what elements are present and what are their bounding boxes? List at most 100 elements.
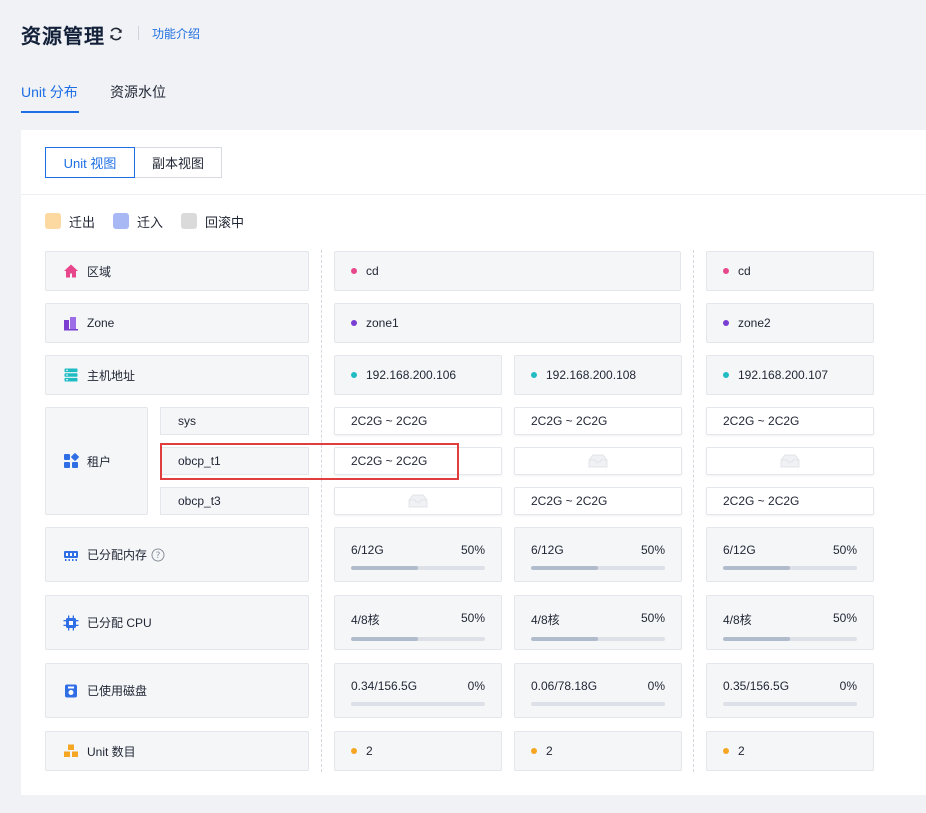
cpu-bar (723, 637, 857, 641)
row-label-region: 区域 (45, 251, 309, 291)
memory-percent: 50% (640, 543, 665, 557)
memory-percent: 50% (460, 543, 485, 557)
legend-item-migrate-in: 迁入 (113, 212, 163, 230)
cpu-value: 4/8核 (531, 613, 560, 627)
disk-icon (65, 684, 77, 697)
region-dot (351, 268, 357, 274)
server-icon (64, 368, 78, 382)
memory-value: 6/12G (723, 543, 756, 557)
replica-view-button[interactable]: 副本视图 (134, 147, 222, 178)
cpu-percent: 50% (832, 611, 857, 625)
memory-bar-fill (531, 566, 598, 570)
refresh-icon[interactable] (108, 26, 124, 42)
svg-text:?: ? (156, 551, 161, 561)
unit-dot (531, 748, 537, 754)
cpu-value: 4/8核 (723, 613, 752, 627)
cpu-cell: 4/8核 50% (706, 595, 874, 650)
disk-bar (351, 702, 485, 706)
tenant-label-sys: sys (160, 407, 309, 435)
tenant-unit-cell[interactable]: 2C2G ~ 2C2G (514, 407, 682, 435)
legend-label: 迁入 (137, 214, 164, 230)
host-cell: 192.168.200.108 (514, 355, 682, 395)
cpu-bar-fill (351, 637, 418, 641)
legend-item-rollback: 回滚中 (181, 212, 244, 230)
empty-box-icon (408, 494, 428, 508)
unit-count-cell: 2 (334, 731, 502, 771)
row-label-cpu: 已分配 CPU (45, 595, 309, 650)
column-separator (693, 250, 694, 772)
disk-cell: 0.06/78.18G 0% (514, 663, 682, 718)
cpu-bar (531, 637, 665, 641)
cpu-bar-fill (531, 637, 598, 641)
tenant-unit-cell[interactable]: 2C2G ~ 2C2G (334, 447, 502, 475)
memory-bar (723, 566, 857, 570)
memory-cell: 6/12G 50% (514, 527, 682, 582)
row-label-disk: 已使用磁盘 (45, 663, 309, 718)
host-cell: 192.168.200.107 (706, 355, 874, 395)
tab-unit-distribution[interactable]: Unit 分布 (21, 82, 78, 102)
tenant-unit-cell[interactable]: 2C2G ~ 2C2G (334, 407, 502, 435)
zone-cell: zone1 (334, 303, 681, 343)
region-cell: cd (334, 251, 681, 291)
host-dot (531, 372, 537, 378)
row-label-memory: 已分配内存 ? (45, 527, 309, 582)
region-cell: cd (706, 251, 874, 291)
cpu-bar (351, 637, 485, 641)
zone-icon (64, 317, 78, 331)
home-icon (64, 264, 78, 278)
region-dot (723, 268, 729, 274)
units-icon (64, 744, 78, 757)
zone-dot (351, 320, 357, 326)
legend-label: 迁出 (69, 214, 96, 230)
row-label-unit-count: Unit 数目 (45, 731, 309, 771)
cpu-icon (63, 615, 79, 630)
host-dot (723, 372, 729, 378)
cpu-cell: 4/8核 50% (514, 595, 682, 650)
feature-intro-link[interactable]: 功能介绍 (152, 25, 200, 42)
tenant-unit-cell[interactable]: 2C2G ~ 2C2G (706, 407, 874, 435)
unit-count-cell: 2 (514, 731, 682, 771)
row-label-host: 主机地址 (45, 355, 309, 395)
disk-percent: 0% (839, 679, 857, 693)
active-tab-indicator (21, 111, 79, 113)
unit-count-cell: 2 (706, 731, 874, 771)
memory-value: 6/12G (531, 543, 564, 557)
unit-dot (723, 748, 729, 754)
disk-value: 0.34/156.5G (351, 679, 418, 693)
tenant-label-obcp-t1: obcp_t1 (160, 447, 309, 475)
tab-resource-watermark[interactable]: 资源水位 (110, 82, 166, 102)
empty-box-icon (588, 454, 608, 468)
legend-swatch (181, 213, 197, 229)
column-separator (321, 250, 322, 772)
host-dot (351, 372, 357, 378)
disk-value: 0.35/156.5G (723, 679, 790, 693)
cpu-bar-fill (723, 637, 790, 641)
row-label-tenant: 租户 (45, 407, 148, 515)
unit-view-button[interactable]: Unit 视图 (45, 147, 135, 178)
zone-cell: zone2 (706, 303, 874, 343)
tenant-unit-empty-cell (706, 447, 874, 475)
disk-cell: 0.35/156.5G 0% (706, 663, 874, 718)
card-divider (21, 194, 926, 195)
memory-bar (351, 566, 485, 570)
tenant-unit-cell[interactable]: 2C2G ~ 2C2G (514, 487, 682, 515)
cpu-percent: 50% (640, 611, 665, 625)
cpu-cell: 4/8核 50% (334, 595, 502, 650)
cpu-percent: 50% (460, 611, 485, 625)
memory-bar-fill (723, 566, 790, 570)
memory-cell: 6/12G 50% (334, 527, 502, 582)
empty-box-icon (780, 454, 800, 468)
legend-swatch (113, 213, 129, 229)
page-title: 资源管理 (21, 26, 105, 48)
zone-dot (723, 320, 729, 326)
legend-item-migrate-out: 迁出 (45, 212, 95, 230)
question-icon[interactable]: ? (151, 548, 165, 562)
tenant-unit-cell[interactable]: 2C2G ~ 2C2G (706, 487, 874, 515)
legend-swatch (45, 213, 61, 229)
cpu-value: 4/8核 (351, 613, 380, 627)
disk-cell: 0.34/156.5G 0% (334, 663, 502, 718)
memory-value: 6/12G (351, 543, 384, 557)
title-divider (138, 26, 139, 40)
disk-value: 0.06/78.18G (531, 679, 598, 693)
tenant-unit-empty-cell (514, 447, 682, 475)
